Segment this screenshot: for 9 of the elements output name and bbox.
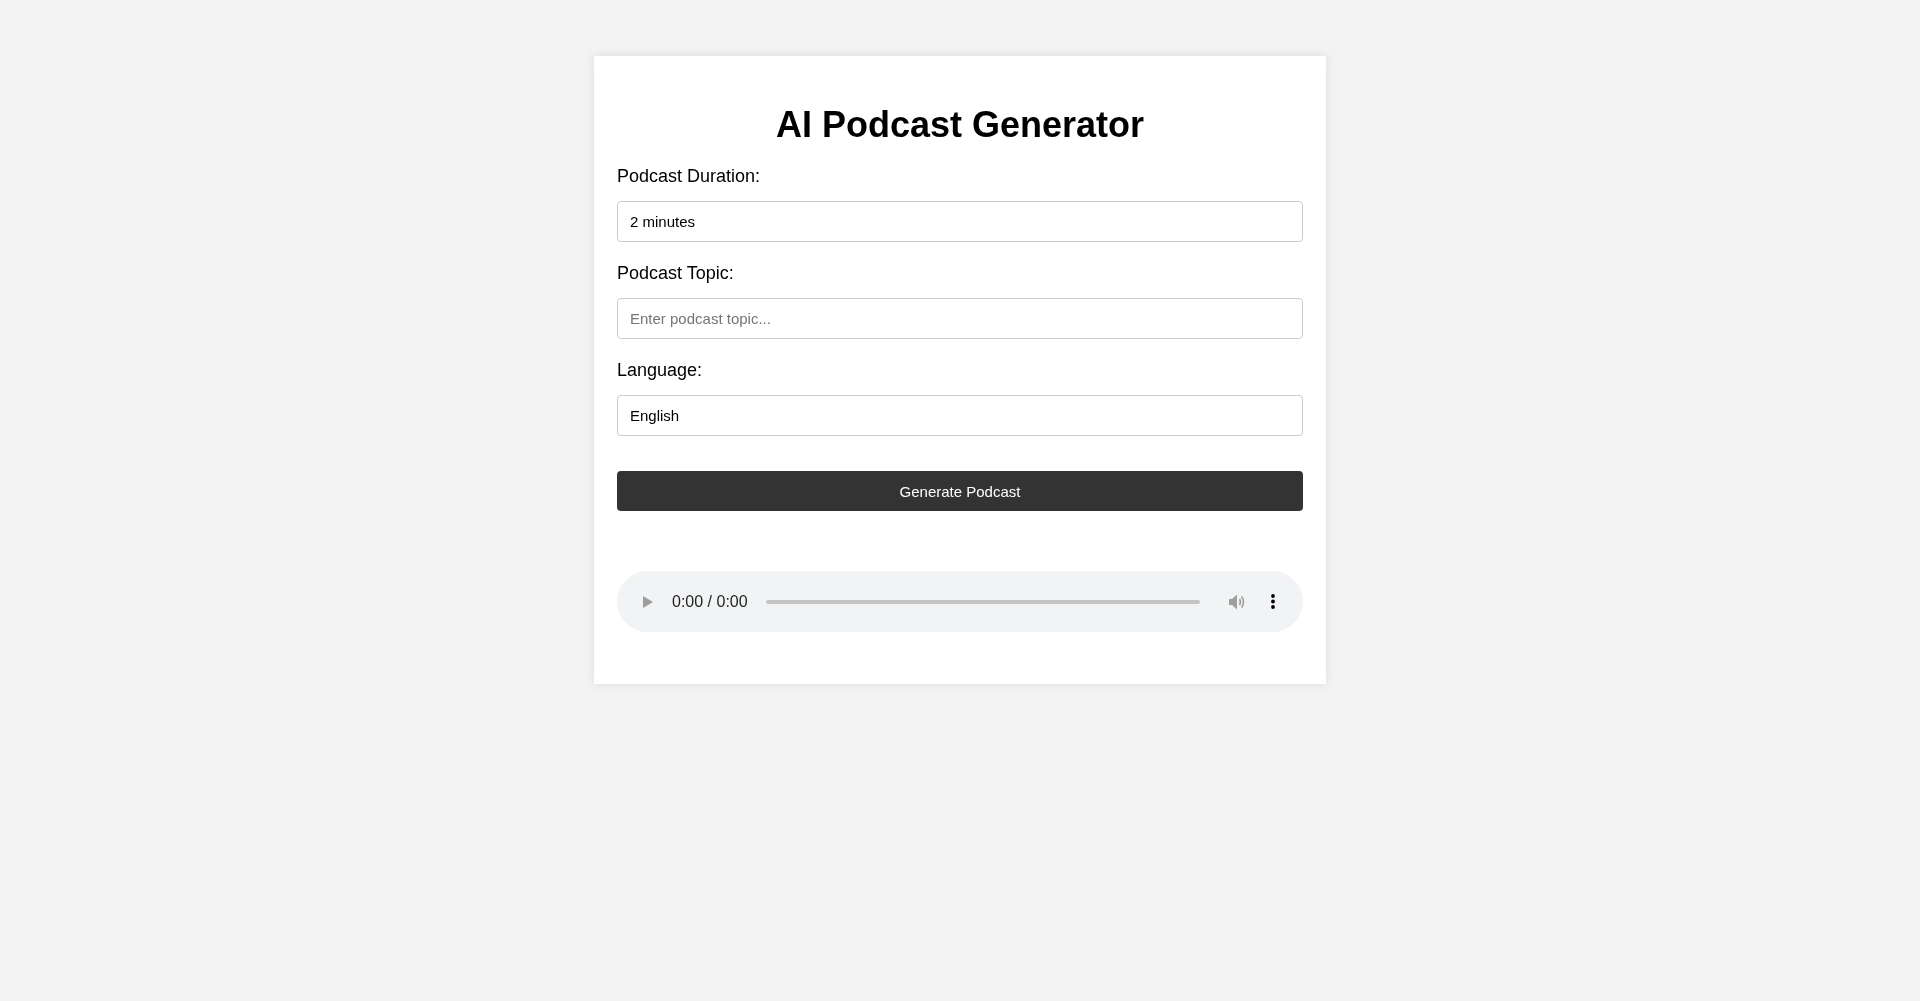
field-label: Podcast Duration: <box>617 166 762 187</box>
input-field[interactable]: Enter podcast topic... <box>617 298 1303 339</box>
input-field[interactable]: 2 minutes <box>617 201 1303 242</box>
time-display: 0:00 / 0:00 <box>672 592 748 611</box>
field-label: Podcast Topic: <box>617 263 735 284</box>
field-label: Language: <box>617 360 704 381</box>
generate-button[interactable]: Generate Podcast <box>617 471 1303 511</box>
input-field[interactable]: English <box>617 395 1303 436</box>
page-title: AI Podcast Generator <box>774 104 1146 145</box>
